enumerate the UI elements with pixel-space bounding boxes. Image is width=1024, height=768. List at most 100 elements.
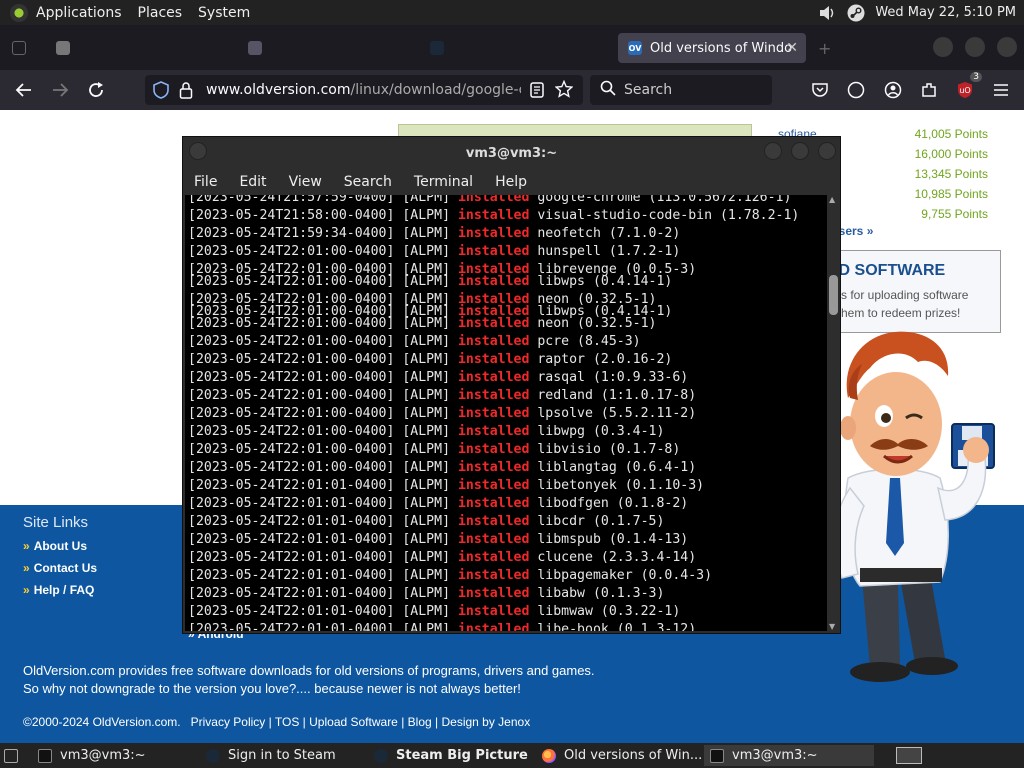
log-package: visual-studio-code-bin (1.78.2-1) (529, 208, 800, 223)
applications-logo-icon[interactable] (10, 3, 28, 22)
terminal-line: [2023-05-24T22:01:00-0400] [ALPM] instal… (188, 333, 641, 351)
user-points: 10,985 Points (914, 187, 988, 201)
task-firefox[interactable]: Old versions of Win... (536, 745, 702, 766)
log-package: liblangtag (0.6.4-1) (529, 460, 697, 475)
log-keyword: installed (457, 460, 530, 475)
log-timestamp: [2023-05-24T22:01:00-0400] [ALPM] (188, 316, 458, 331)
terminal-line: [2023-05-24T22:01:01-0400] [ALPM] instal… (188, 567, 712, 585)
lock-icon[interactable] (179, 81, 193, 103)
terminal-scrollbar-thumb[interactable] (829, 275, 838, 315)
log-timestamp: [2023-05-24T22:01:00-0400] [ALPM] (188, 424, 458, 439)
log-keyword: installed (457, 274, 530, 289)
terminal-menu-help[interactable]: Help (484, 174, 538, 190)
tab-3[interactable] (420, 33, 608, 63)
log-package: rasqal (1:0.9.33-6) (529, 370, 689, 385)
extensions-icon[interactable] (918, 79, 940, 101)
upload-software-link[interactable]: Upload Software (309, 715, 398, 729)
upload-desc-line: s for uploading software (841, 288, 969, 302)
tab-2[interactable] (238, 33, 426, 63)
log-keyword: installed (457, 496, 530, 511)
volume-icon[interactable] (819, 4, 837, 22)
url-text[interactable]: www.oldversion.com/linux/download/google… (206, 82, 521, 98)
task-terminal-2[interactable]: vm3@vm3:~ (704, 745, 874, 766)
terminal-line: [2023-05-24T22:01:00-0400] [ALPM] instal… (188, 351, 672, 369)
log-timestamp: [2023-05-24T22:01:00-0400] [ALPM] (188, 334, 458, 349)
places-menu[interactable]: Places (130, 5, 191, 21)
tos-link[interactable]: TOS (275, 715, 299, 729)
workspace-icon (896, 747, 922, 764)
close-tab-icon[interactable]: ✕ (786, 40, 798, 56)
log-keyword: installed (457, 352, 530, 367)
terminal-close-button[interactable] (818, 142, 836, 160)
account-icon[interactable] (882, 79, 904, 101)
new-tab-button[interactable]: + (812, 33, 836, 63)
tab-active[interactable]: OV Old versions of Windo ✕ (618, 33, 806, 63)
terminal-line: [2023-05-24T21:59:34-0400] [ALPM] instal… (188, 225, 680, 243)
privacy-policy-link[interactable]: Privacy Policy (191, 715, 266, 729)
search-input[interactable]: Search (590, 75, 772, 105)
clock[interactable]: Wed May 22, 5:10 PM (875, 5, 1024, 20)
workspace-switcher[interactable] (892, 745, 926, 766)
terminal-line: [2023-05-24T22:01:00-0400] [ALPM] instal… (188, 405, 696, 423)
tracking-shield-icon[interactable] (153, 81, 169, 103)
steam-icon (430, 41, 444, 55)
design-by-link[interactable]: Design by Jenox (441, 715, 530, 729)
applications-menu[interactable]: Applications (32, 5, 130, 21)
log-package: lpsolve (5.5.2.11-2) (529, 406, 697, 421)
terminal-minimize-button[interactable] (764, 142, 782, 160)
desktop-icon (4, 748, 18, 763)
firefox-view-button[interactable] (8, 33, 30, 63)
terminal-menu-view[interactable]: View (278, 174, 333, 190)
log-package: neon (0.32.5-1) (529, 316, 657, 331)
pocket-icon[interactable] (809, 79, 831, 101)
minimize-window-button[interactable] (933, 37, 953, 57)
forward-icon[interactable] (49, 79, 71, 101)
help-faq-link[interactable]: » Help / FAQ (23, 583, 94, 597)
terminal-line: [2023-05-24T22:01:01-0400] [ALPM] instal… (188, 621, 696, 631)
contact-us-link[interactable]: » Contact Us (23, 561, 97, 575)
about-us-link[interactable]: » About Us (23, 539, 87, 553)
steam-icon[interactable] (847, 4, 865, 22)
task-terminal-1[interactable]: vm3@vm3:~ (32, 745, 192, 766)
bookmark-star-icon[interactable] (554, 79, 574, 102)
scroll-up-icon[interactable]: ▲ (829, 195, 835, 204)
top-panel: Applications Places System Wed May 22, 5… (0, 0, 1024, 25)
back-icon[interactable] (13, 79, 35, 101)
terminal-icon (38, 748, 52, 763)
hamburger-menu-icon[interactable] (990, 79, 1012, 101)
log-package: libpagemaker (0.0.4-3) (529, 568, 713, 583)
terminal-menu-file[interactable]: File (183, 174, 228, 190)
log-keyword: installed (457, 424, 530, 439)
terminal-menu-terminal[interactable]: Terminal (403, 174, 484, 190)
ublock-icon[interactable]: uO 3 (954, 72, 982, 101)
task-steam-signin[interactable]: Sign in to Steam (200, 745, 362, 766)
log-timestamp: [2023-05-24T22:01:00-0400] [ALPM] (188, 352, 458, 367)
reload-icon[interactable] (85, 79, 107, 101)
firefox-view-icon (12, 41, 26, 55)
terminal-scrollbar[interactable]: ▲ ▼ (827, 195, 840, 631)
log-timestamp: [2023-05-24T22:01:01-0400] [ALPM] (188, 478, 458, 493)
scroll-down-icon[interactable]: ▼ (829, 622, 835, 631)
top-panel-tray: Wed May 22, 5:10 PM (819, 0, 1024, 25)
log-package: libmspub (0.1.4-13) (529, 532, 689, 547)
tab-1[interactable] (46, 33, 234, 63)
log-timestamp: [2023-05-24T21:58:00-0400] [ALPM] (188, 208, 458, 223)
reader-view-icon[interactable] (529, 81, 545, 103)
terminal-menu-search[interactable]: Search (333, 174, 403, 190)
terminal-menu-edit[interactable]: Edit (228, 174, 277, 190)
close-window-button[interactable] (997, 37, 1017, 57)
url-bar[interactable]: www.oldversion.com/linux/download/google… (145, 75, 583, 105)
upload-desc-line: hem to redeem prizes! (841, 306, 961, 320)
show-desktop-button[interactable] (0, 745, 24, 766)
container-icon[interactable] (845, 79, 867, 101)
terminal-maximize-button[interactable] (791, 142, 809, 160)
terminal-window[interactable]: vm3@vm3:~ File Edit View Search Terminal… (182, 136, 841, 634)
user-points: 41,005 Points (914, 127, 988, 141)
task-steam-big-picture[interactable]: Steam Big Picture ... (368, 745, 532, 766)
browser-tab-bar: OV Old versions of Windo ✕ + (0, 25, 1024, 70)
terminal-icon (710, 748, 724, 763)
system-menu[interactable]: System (190, 5, 258, 21)
terminal-screen[interactable]: [2023-05-24T21:57:59-0400] [ALPM] instal… (185, 195, 827, 631)
maximize-window-button[interactable] (965, 37, 985, 57)
blog-link[interactable]: Blog (408, 715, 432, 729)
